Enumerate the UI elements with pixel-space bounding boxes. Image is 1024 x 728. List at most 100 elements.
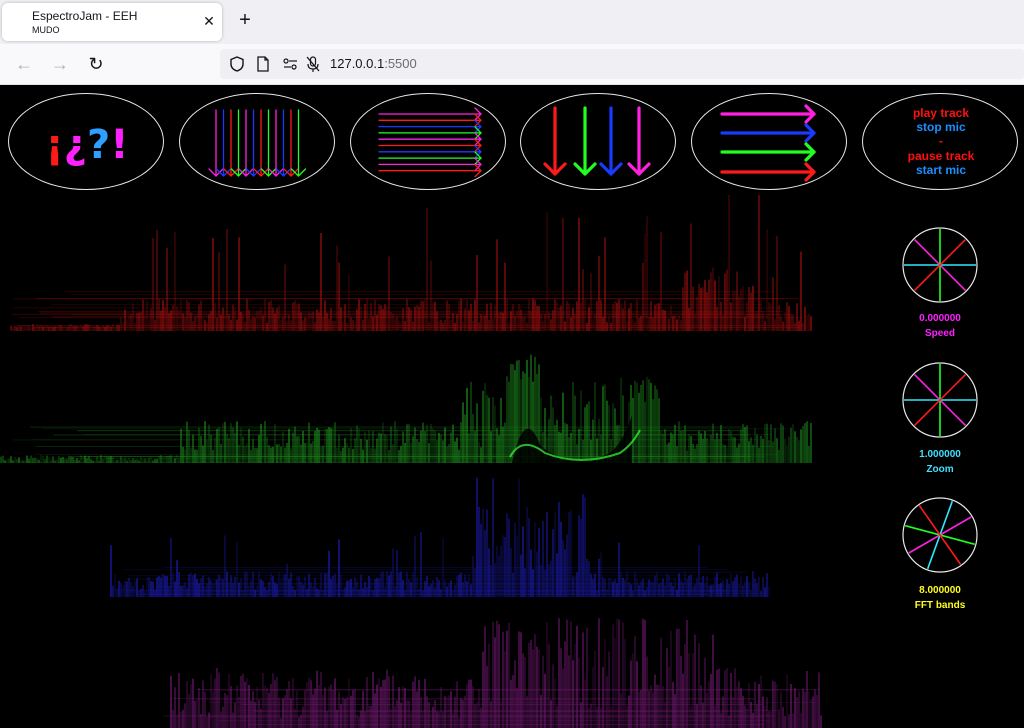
- spectrogram-column: [768, 302, 770, 331]
- spectrogram-column: [770, 711, 772, 728]
- fft-bands-knob[interactable]: [900, 497, 980, 573]
- spectrogram-column: [598, 255, 600, 331]
- permissions-icon[interactable]: [282, 55, 300, 73]
- spectrogram-column: [18, 457, 20, 463]
- track-mic-button[interactable]: play track stop mic - pause track start …: [862, 93, 1018, 190]
- spectrogram-column: [28, 325, 30, 331]
- spectrogram-column: [484, 383, 486, 463]
- close-tab-icon[interactable]: ✕: [200, 12, 218, 30]
- spectrogram-column: [564, 641, 566, 728]
- spectrogram-column: [582, 494, 584, 597]
- spectrogram-column: [452, 712, 454, 728]
- address-bar[interactable]: 127.0.0.1:5500: [220, 49, 1024, 79]
- spectrogram-column: [380, 686, 382, 728]
- spectrogram-column: [478, 322, 480, 331]
- spectrogram-column: [798, 691, 800, 728]
- spectrogram-column: [74, 325, 76, 331]
- spectrogram-column: [804, 692, 806, 728]
- spectrogram-column: [30, 326, 32, 331]
- spectrogram-column: [258, 434, 260, 463]
- spectrogram-column: [764, 587, 766, 597]
- spectrogram-column: [772, 680, 774, 728]
- spectrogram-column: [352, 690, 354, 728]
- reload-icon[interactable]: ↻: [84, 52, 108, 76]
- spectrogram-column: [516, 688, 518, 728]
- spectrogram-column: [630, 660, 632, 728]
- page-icon[interactable]: [254, 55, 272, 73]
- spectrogram-column: [614, 300, 616, 331]
- spectrogram-column: [814, 689, 816, 728]
- spectrogram-column: [758, 684, 760, 728]
- spectrogram-column: [10, 325, 12, 331]
- spectrogram-column: [782, 707, 784, 728]
- tab-title: EspectroJam - EEH: [32, 9, 138, 23]
- spectrogram-column: [484, 626, 486, 728]
- spectrogram-column: [662, 685, 664, 728]
- spectrogram-column: [652, 692, 654, 728]
- spectrogram-column: [262, 672, 264, 728]
- spectrogram-column: [640, 316, 642, 331]
- spectrogram-column: [802, 688, 804, 728]
- spectrogram-column: [792, 424, 794, 463]
- horizontal-arrows-many-button[interactable]: [350, 93, 506, 190]
- spectrogram-column: [102, 325, 104, 331]
- spectrogram-column: [280, 717, 282, 728]
- spectrogram-column: [726, 269, 728, 331]
- spectrogram-column: [762, 577, 764, 597]
- spectrogram-column: [500, 545, 502, 597]
- spectrogram-column: [190, 684, 192, 728]
- spectrogram-column: [762, 696, 764, 728]
- spectrogram-column: [412, 321, 414, 331]
- spectrogram-column: [362, 588, 364, 597]
- spectrogram-column: [508, 622, 510, 728]
- spectrogram-column: [638, 392, 640, 463]
- spectrogram-column: [300, 714, 302, 728]
- spectrogram-column: [506, 630, 508, 728]
- spectrogram-column: [604, 639, 606, 728]
- spectrogram-column: [114, 574, 116, 597]
- spectrogram-column: [756, 434, 758, 463]
- page-content: ¡¿?! play track stop mic - pause track s…: [0, 85, 1024, 728]
- spectrogram-column: [194, 316, 196, 331]
- spectrogram-column: [314, 688, 316, 728]
- back-arrow-icon[interactable]: ←: [12, 52, 36, 76]
- spectrogram-column: [584, 497, 586, 597]
- spectrogram-column: [734, 290, 736, 331]
- spectrogram-column: [784, 715, 786, 728]
- microphone-muted-icon[interactable]: [304, 55, 322, 73]
- spectrogram-column: [358, 428, 360, 463]
- new-tab-icon[interactable]: +: [234, 10, 256, 32]
- browser-tab[interactable]: EspectroJam - EEH MUDO ✕: [2, 3, 222, 41]
- spectrogram-column: [210, 674, 212, 728]
- spectrogram-column: [278, 443, 280, 463]
- zoom-knob[interactable]: [900, 362, 980, 438]
- spectrogram-column: [542, 520, 544, 597]
- spectrogram-column: [224, 316, 226, 331]
- forward-arrow-icon[interactable]: →: [48, 52, 72, 76]
- help-button[interactable]: ¡¿?!: [8, 93, 164, 190]
- separator-label: -: [939, 134, 943, 148]
- down-arrow-icon: [223, 109, 239, 177]
- spectrogram-column: [736, 686, 738, 728]
- speed-knob[interactable]: [900, 227, 980, 303]
- spectrogram-canvas[interactable]: [0, 195, 860, 728]
- spectrogram-column: [12, 460, 14, 463]
- spectrogram-column: [494, 637, 496, 728]
- spectrogram-column: [238, 696, 240, 728]
- horizontal-arrows-four-button[interactable]: [691, 93, 847, 190]
- down-arrow-icon: [627, 106, 651, 176]
- spectrogram-column: [284, 447, 286, 463]
- spectrogram-column: [688, 434, 690, 463]
- spectrogram-column: [20, 460, 22, 463]
- shield-icon[interactable]: [228, 55, 246, 73]
- spectrogram-column: [794, 431, 796, 463]
- vertical-arrows-four-button[interactable]: [520, 93, 676, 190]
- vertical-arrows-many-button[interactable]: [179, 93, 335, 190]
- spectrogram-column: [638, 317, 640, 331]
- spectrogram-column: [786, 445, 788, 463]
- speed-label: Speed: [924, 328, 955, 339]
- spectrogram-column: [612, 624, 614, 728]
- spectrogram-column: [58, 325, 60, 331]
- spectrogram-column: [22, 325, 24, 331]
- spectrogram-column: [506, 376, 508, 463]
